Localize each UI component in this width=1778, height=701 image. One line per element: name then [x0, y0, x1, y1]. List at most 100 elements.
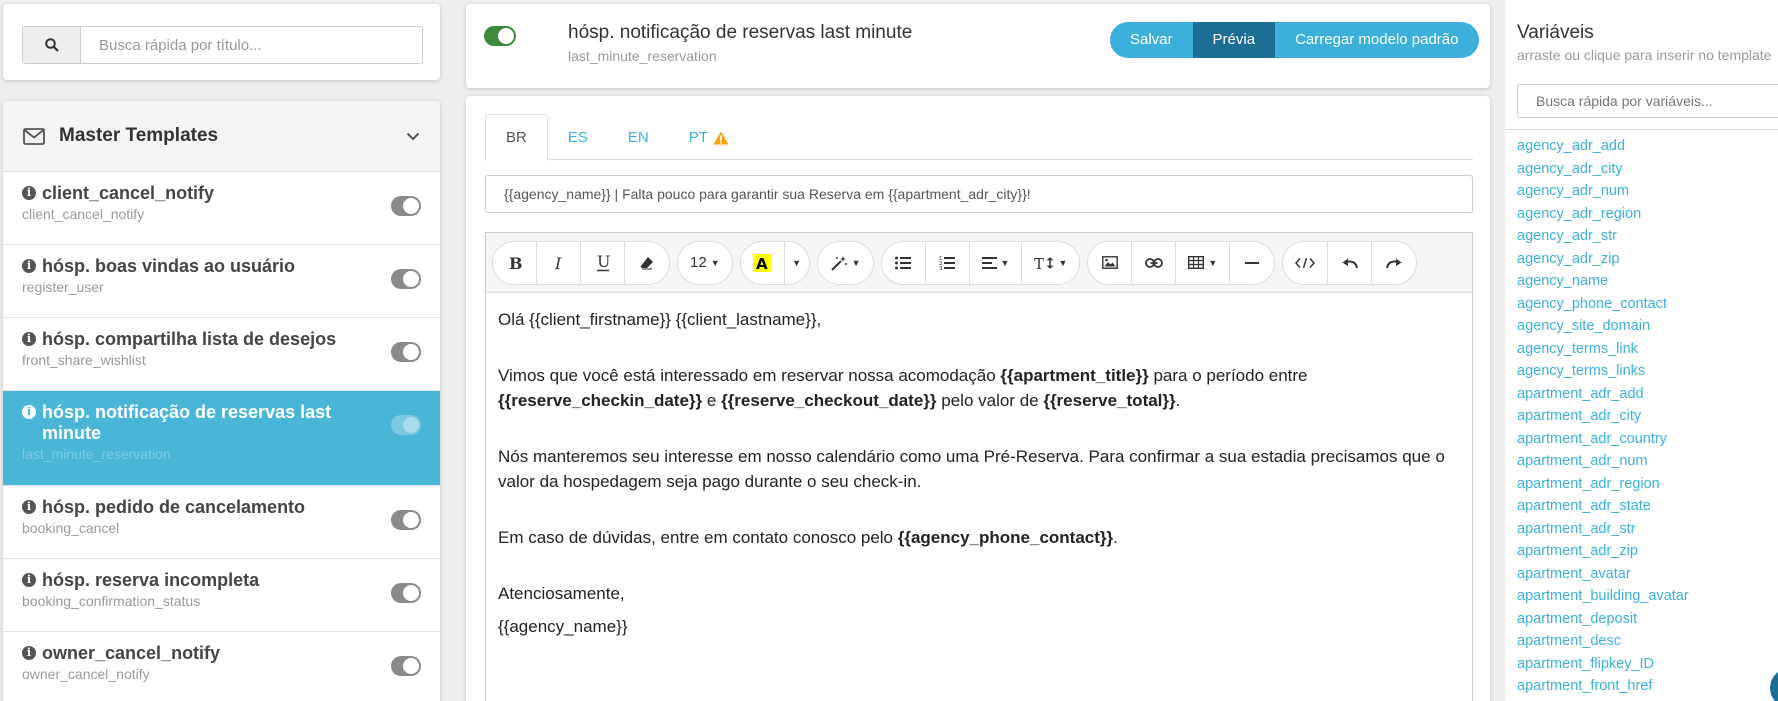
- variable-item[interactable]: agency_terms_links: [1517, 360, 1689, 383]
- template-code: booking_cancel: [22, 520, 120, 536]
- variable-item[interactable]: agency_adr_add: [1517, 135, 1689, 158]
- template-item[interactable]: i hósp. boas vindas ao usuário register_u…: [3, 245, 440, 318]
- tab-en[interactable]: EN: [608, 114, 669, 161]
- numbered-list-button[interactable]: 123: [926, 241, 970, 284]
- svg-text:I: I: [554, 255, 562, 271]
- info-icon: i: [22, 646, 36, 660]
- variable-item[interactable]: apartment_adr_zip: [1517, 540, 1689, 563]
- variable-item[interactable]: apartment_front_href: [1517, 675, 1689, 698]
- template-toggle[interactable]: [391, 269, 421, 289]
- tab-pt-label: PT: [688, 129, 708, 146]
- tab-pt[interactable]: PT: [669, 114, 749, 161]
- caret-down-icon: ▼: [851, 257, 861, 268]
- color-dropdown[interactable]: ▼: [785, 242, 809, 284]
- italic-button[interactable]: I: [537, 241, 581, 284]
- editor-toolbar: B I U 12 ▼ A ▼ ▼ 123 ▼ T ▼ ▼: [486, 233, 1472, 293]
- variable-item[interactable]: apartment_adr_city: [1517, 405, 1689, 428]
- code-view-button[interactable]: [1283, 241, 1329, 284]
- font-size-dropdown[interactable]: 12 ▼: [678, 242, 732, 284]
- template-toggle[interactable]: [391, 196, 421, 216]
- template-toggle[interactable]: [391, 415, 421, 435]
- pre-reservation-paragraph: Nós manteremos seu interesse em nosso ca…: [498, 447, 1445, 491]
- template-toggle[interactable]: [391, 583, 421, 603]
- subject-field[interactable]: {{agency_name}} | Falta pouco para garan…: [485, 175, 1473, 213]
- text-color-button[interactable]: A: [741, 241, 785, 284]
- variable-item[interactable]: apartment_adr_country: [1517, 428, 1689, 451]
- tab-br[interactable]: BR: [485, 114, 548, 161]
- master-templates-panel: Master Templates i client_cancel_notify c…: [3, 101, 440, 701]
- line-height-dropdown[interactable]: T ▼: [1022, 242, 1079, 284]
- search-icon: [44, 38, 59, 52]
- variable-item[interactable]: agency_name: [1517, 270, 1689, 293]
- variable-item[interactable]: apartment_flipkey_ID: [1517, 653, 1689, 676]
- preview-button[interactable]: Prévia: [1192, 22, 1276, 58]
- caret-down-icon: ▼: [710, 257, 720, 268]
- template-active-toggle[interactable]: [484, 26, 516, 46]
- variable-item[interactable]: agency_adr_str: [1517, 225, 1689, 248]
- variable-item[interactable]: apartment_adr_str: [1517, 518, 1689, 541]
- variables-search-input[interactable]: [1517, 84, 1778, 118]
- variable-item[interactable]: agency_phone_contact: [1517, 293, 1689, 316]
- variable-item[interactable]: apartment_building_avatar: [1517, 585, 1689, 608]
- envelope-icon: [23, 127, 45, 145]
- template-toggle[interactable]: [391, 510, 421, 530]
- template-item[interactable]: i hósp. pedido de cancelamento booking_ca…: [3, 486, 440, 559]
- editor-card: BR ES EN PT {{agency_name}} | Falta pouc…: [466, 96, 1490, 701]
- insert-table-dropdown[interactable]: ▼: [1176, 241, 1231, 284]
- italic-icon: I: [554, 255, 562, 271]
- caret-down-icon: ▼: [1058, 257, 1068, 268]
- misc-group: [1282, 240, 1418, 285]
- variable-item[interactable]: agency_adr_num: [1517, 180, 1689, 203]
- variable-item[interactable]: agency_site_domain: [1517, 315, 1689, 338]
- variable-item[interactable]: apartment_adr_add: [1517, 383, 1689, 406]
- variables-title: Variáveis: [1517, 22, 1594, 43]
- template-item[interactable]: i owner_cancel_notify owner_cancel_notify: [3, 632, 440, 701]
- bold-button[interactable]: B: [493, 241, 537, 284]
- undo-button[interactable]: [1328, 241, 1373, 284]
- variable-item[interactable]: apartment_deposit: [1517, 608, 1689, 631]
- format-group: B I U: [492, 240, 670, 285]
- variable-item[interactable]: apartment_adr_num: [1517, 450, 1689, 473]
- variable-item[interactable]: apartment_avatar: [1517, 563, 1689, 586]
- editor-content[interactable]: Olá {{client_firstname}} {{client_lastna…: [486, 293, 1472, 684]
- master-templates-header[interactable]: Master Templates: [3, 101, 440, 172]
- underline-button[interactable]: U: [581, 241, 625, 284]
- variable-item[interactable]: agency_adr_city: [1517, 158, 1689, 181]
- load-default-template-button[interactable]: Carregar modelo padrão: [1275, 22, 1479, 58]
- redo-icon: [1386, 258, 1402, 268]
- template-toggle[interactable]: [391, 656, 421, 676]
- text-height-icon: T: [1034, 255, 1054, 271]
- clear-format-button[interactable]: [625, 242, 669, 284]
- insert-image-button[interactable]: [1088, 241, 1133, 284]
- variable-item[interactable]: apartment_adr_state: [1517, 495, 1689, 518]
- variable-item[interactable]: agency_adr_region: [1517, 203, 1689, 226]
- info-icon: i: [22, 573, 36, 587]
- horizontal-rule-button[interactable]: [1230, 242, 1274, 284]
- template-title: hósp. notificação de reservas last minut…: [568, 22, 913, 43]
- template-name: hósp. notificação de reservas last minut…: [42, 402, 332, 443]
- undo-icon: [1342, 258, 1358, 268]
- variable-item[interactable]: apartment_desc: [1517, 630, 1689, 653]
- align-dropdown[interactable]: ▼: [970, 241, 1023, 284]
- template-item[interactable]: i client_cancel_notify client_cancel_noti…: [3, 172, 440, 245]
- redo-button[interactable]: [1372, 242, 1416, 284]
- variable-item[interactable]: apartment_adr_region: [1517, 473, 1689, 496]
- highlight-color-icon: A: [753, 253, 772, 272]
- variable-item[interactable]: agency_adr_zip: [1517, 248, 1689, 271]
- template-code: register_user: [22, 279, 104, 295]
- style-dropdown[interactable]: ▼: [818, 242, 873, 284]
- color-group: A ▼: [739, 240, 810, 285]
- insert-link-button[interactable]: [1132, 241, 1177, 284]
- template-item[interactable]: i hósp. compartilha lista de desejos fron…: [3, 318, 440, 391]
- template-item[interactable]: i hósp. reserva incompleta booking_confir…: [3, 559, 440, 632]
- template-toggle[interactable]: [391, 342, 421, 362]
- tab-es[interactable]: ES: [548, 114, 608, 161]
- bullet-list-button[interactable]: [882, 241, 926, 284]
- template-search-input[interactable]: [81, 27, 422, 63]
- search-button[interactable]: [23, 27, 81, 63]
- template-item-active[interactable]: i hósp. notificação de reservas last minu…: [3, 391, 440, 486]
- minus-icon: [1245, 261, 1260, 264]
- save-button[interactable]: Salvar: [1110, 22, 1193, 58]
- variable-item[interactable]: agency_terms_link: [1517, 338, 1689, 361]
- chevron-down-icon[interactable]: [406, 132, 420, 141]
